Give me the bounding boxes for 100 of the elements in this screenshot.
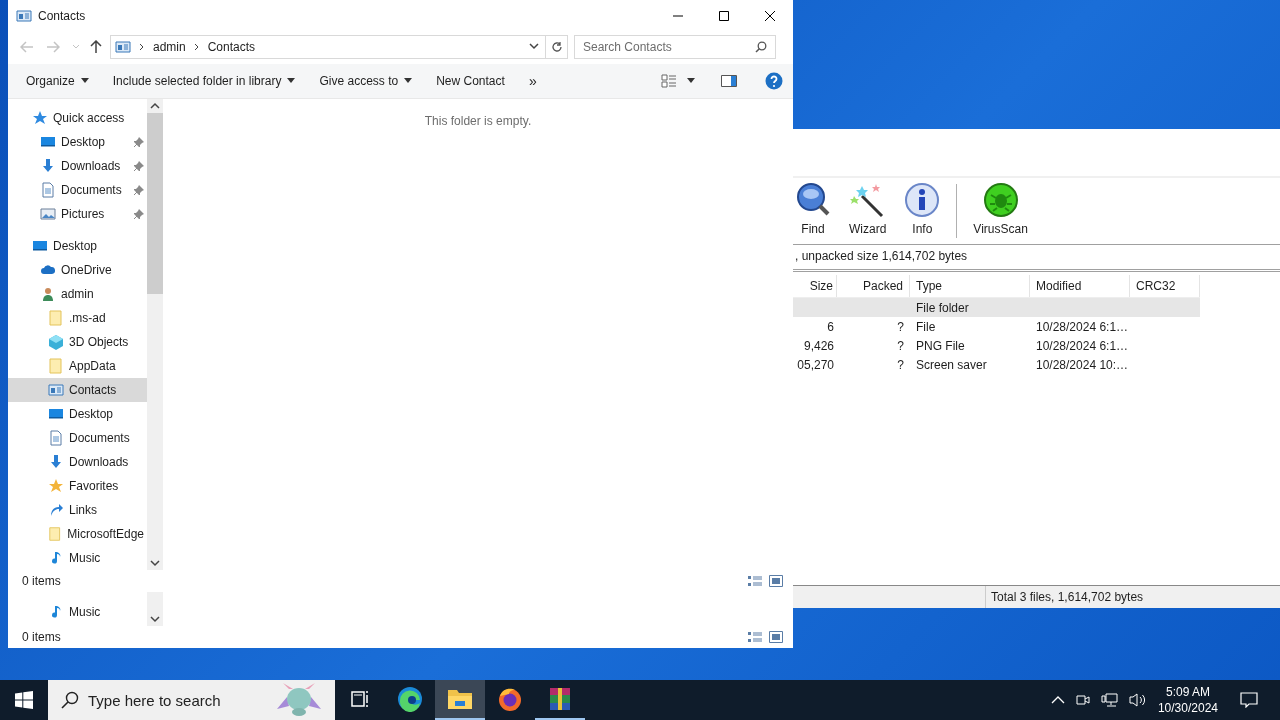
star-icon	[48, 477, 64, 494]
chevron-right-icon	[193, 42, 200, 51]
notification-icon[interactable]	[1240, 692, 1258, 708]
taskbar-search-field[interactable]: Type here to search	[48, 680, 335, 720]
column-header[interactable]: CRC32	[1130, 275, 1200, 297]
empty-folder-message: This folder is empty.	[424, 113, 532, 128]
details-view-icon[interactable]	[747, 575, 763, 588]
chevron-down-icon	[529, 43, 539, 51]
file-row[interactable]: 6 ? File 10/28/2024 6:1…	[793, 317, 1200, 336]
nav-item[interactable]: Desktop	[8, 129, 147, 154]
nav-item[interactable]: Documents	[8, 177, 147, 202]
table-cell: File folder	[916, 300, 969, 315]
down-arrow-icon	[48, 453, 64, 470]
view-options-icon[interactable]	[661, 73, 677, 88]
nav-item[interactable]: 3D Objects	[8, 329, 147, 354]
refresh-button[interactable]	[546, 34, 568, 59]
scrollbar[interactable]	[147, 592, 163, 626]
nav-item[interactable]: AppData	[8, 353, 147, 378]
toolbar-button[interactable]: Wizard	[843, 182, 893, 244]
column-header[interactable]: Modified	[1030, 275, 1130, 297]
table-cell: ?	[897, 319, 904, 334]
nav-item[interactable]: Documents	[8, 425, 147, 450]
details-view-icon[interactable]	[747, 631, 763, 643]
folder-icon	[447, 688, 473, 710]
table-cell: PNG File	[916, 338, 965, 353]
table-cell: File	[916, 319, 936, 334]
item-count: 0 items	[22, 630, 61, 644]
folder-icon	[48, 357, 64, 374]
close-icon	[764, 10, 776, 22]
command-button[interactable]: Organize	[18, 63, 105, 98]
nav-item[interactable]: Contacts	[8, 377, 147, 402]
nav-item[interactable]: Desktop	[8, 401, 147, 426]
file-row[interactable]: 05,270 ? Screen saver 10/28/2024 10:…	[793, 355, 1200, 374]
table-cell: 05,270	[797, 357, 834, 372]
table-cell: 10/28/2024 10:…	[1036, 357, 1129, 372]
command-button[interactable]: New Contact	[428, 63, 521, 98]
picture-icon	[40, 205, 56, 222]
volume-icon[interactable]	[1128, 692, 1147, 708]
toolbar-button[interactable]: VirusScan	[967, 182, 1034, 244]
search-icon[interactable]	[755, 40, 767, 53]
file-row[interactable]: 9,426 ? PNG File 10/28/2024 6:1…	[793, 336, 1200, 355]
nav-item[interactable]: Favorites	[8, 473, 147, 498]
breadcrumb-item[interactable]: admin	[153, 39, 186, 54]
browser-icon	[397, 686, 423, 712]
taskbar-app-button[interactable]	[435, 680, 485, 720]
table-cell: 10/28/2024 6:1…	[1036, 319, 1129, 334]
folder-icon	[48, 525, 63, 542]
nav-item[interactable]: Quick access	[8, 105, 147, 130]
address-bar[interactable]: admin Contacts	[110, 34, 546, 59]
nav-item[interactable]: MicrosoftEdge	[8, 521, 147, 546]
nav-item[interactable]: Music	[8, 545, 147, 570]
windows-logo-icon	[15, 691, 33, 709]
camera-icon[interactable]	[1074, 692, 1091, 708]
chevron-up-icon[interactable]	[1050, 696, 1065, 704]
command-button[interactable]: Give access to	[311, 63, 429, 98]
up-arrow-icon[interactable]	[90, 39, 102, 54]
column-header[interactable]: Type	[910, 275, 1030, 297]
person-icon	[40, 285, 56, 302]
bug-icon	[982, 182, 1019, 218]
table-cell: 10/28/2024 6:1…	[1036, 338, 1129, 353]
nav-item[interactable]: .ms-ad	[8, 305, 147, 330]
toolbar-button[interactable]: Find	[795, 182, 837, 244]
curved-arrow-icon	[48, 501, 64, 518]
contact-card-icon	[16, 8, 32, 24]
column-header[interactable]: Packed	[837, 275, 910, 297]
nav-item[interactable]: Desktop	[8, 233, 147, 258]
nav-item[interactable]: OneDrive	[8, 257, 147, 282]
large-icons-view-icon[interactable]	[769, 631, 783, 643]
nav-item[interactable]: admin	[8, 281, 147, 306]
breadcrumb-item[interactable]: Contacts	[207, 39, 256, 54]
nav-item[interactable]: Links	[8, 497, 147, 522]
nav-item[interactable]: Pictures	[8, 201, 147, 226]
caret-icon[interactable]	[687, 78, 695, 84]
more-commands-button[interactable]: »	[520, 63, 545, 98]
clock-time[interactable]: 5:09 AM	[1165, 684, 1210, 700]
chevron-right-icon	[139, 42, 145, 51]
help-icon[interactable]	[765, 71, 783, 90]
contact-card-icon	[48, 381, 64, 398]
maximize-icon	[718, 10, 730, 22]
nav-item[interactable]: Music	[8, 600, 147, 624]
file-row[interactable]: File folder	[793, 298, 1200, 317]
search-icon	[61, 691, 79, 709]
network-icon[interactable]	[1100, 692, 1119, 708]
bat-icon	[277, 683, 321, 717]
table-cell: 9,426	[803, 338, 834, 353]
search-field[interactable]: Search Contacts	[574, 34, 776, 59]
nav-item[interactable]: Downloads	[8, 449, 147, 474]
archive-icon	[548, 686, 572, 712]
table-cell: ?	[897, 338, 904, 353]
toolbar-button[interactable]: Info	[898, 182, 947, 244]
large-icons-view-icon[interactable]	[769, 575, 783, 588]
command-button[interactable]: Include selected folder in library	[104, 63, 312, 98]
caret-icon	[80, 78, 89, 84]
nav-item[interactable]: Downloads	[8, 153, 147, 178]
scrollbar[interactable]	[147, 98, 163, 571]
preview-pane-icon[interactable]	[721, 74, 737, 87]
table-cell: Screen saver	[916, 357, 987, 372]
browser-icon	[497, 686, 523, 712]
clock-date[interactable]: 10/30/2024	[1157, 700, 1218, 716]
cube-icon	[48, 333, 64, 350]
